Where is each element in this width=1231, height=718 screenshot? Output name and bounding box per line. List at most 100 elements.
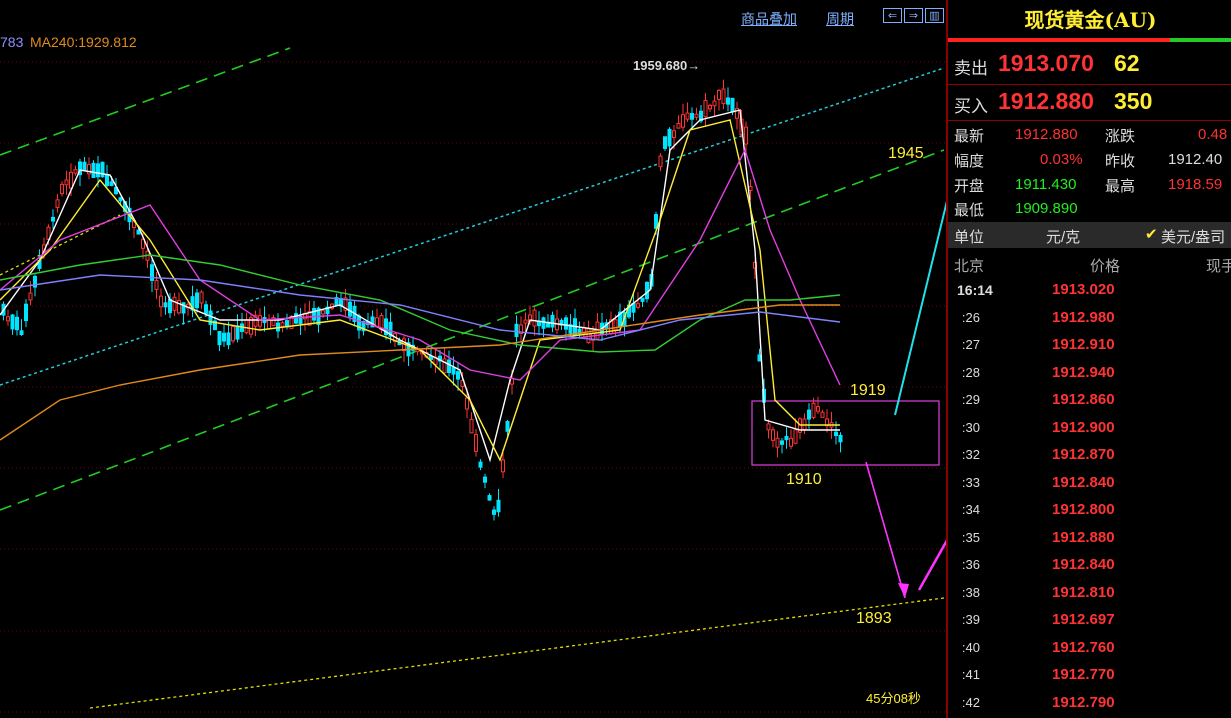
ma-yellow-line bbox=[0, 119, 840, 462]
candle-body bbox=[834, 431, 838, 437]
tick-time: :36 bbox=[961, 557, 980, 572]
candle-body bbox=[784, 435, 789, 441]
candle-body bbox=[24, 303, 28, 322]
tick-price: 1912.840 bbox=[1052, 556, 1115, 573]
forecast-down-arrow bbox=[865, 461, 906, 599]
candle-body bbox=[820, 411, 825, 418]
level-1893-label: 1893 bbox=[856, 610, 892, 627]
tick-price: 1912.900 bbox=[1052, 418, 1115, 436]
low-label: 最低 bbox=[954, 202, 985, 219]
tick-price: 1912.980 bbox=[1052, 308, 1115, 326]
high-label: 最高 bbox=[1105, 178, 1136, 195]
candle-body bbox=[640, 297, 645, 302]
tick-price: 1912.790 bbox=[1052, 693, 1115, 711]
candle-body bbox=[708, 104, 712, 110]
tick-price: 1912.940 bbox=[1052, 363, 1115, 381]
candle-body bbox=[771, 429, 775, 441]
arrow-right-icon[interactable]: ⇒ bbox=[904, 8, 923, 23]
candle-body bbox=[226, 332, 231, 346]
candle-body bbox=[456, 371, 460, 380]
unit-cny-option[interactable]: 元/克 bbox=[1046, 226, 1080, 247]
candle-body bbox=[478, 461, 483, 468]
candle-body bbox=[465, 397, 469, 410]
buy-volume: 350 bbox=[1114, 88, 1153, 114]
candle-body bbox=[451, 367, 456, 375]
sentiment-bar-red bbox=[948, 38, 1170, 42]
candle-body bbox=[321, 310, 325, 315]
candle-body bbox=[726, 97, 730, 105]
candle-body bbox=[10, 314, 15, 330]
candle-body bbox=[231, 326, 235, 342]
tick-time: :39 bbox=[961, 612, 980, 627]
candle-body bbox=[807, 409, 811, 420]
tick-row: :36 1912.840 bbox=[948, 553, 1231, 580]
candle-body bbox=[523, 319, 528, 324]
instrument-title: 现货黄金(AU) bbox=[1024, 8, 1157, 32]
unit-selector-row: 单位 元/克 ✔ 美元/盎司 bbox=[948, 222, 1231, 248]
checkmark-icon: ✔ bbox=[1145, 226, 1158, 243]
candle-body bbox=[6, 316, 10, 322]
candle-body bbox=[19, 330, 24, 335]
candlestick-chart[interactable] bbox=[0, 0, 946, 718]
candle-body bbox=[82, 161, 87, 171]
tick-price: 1912.870 bbox=[1052, 446, 1115, 463]
candle-body bbox=[532, 309, 537, 327]
candle-body bbox=[217, 331, 222, 346]
tick-row: :29 1912.860 bbox=[948, 388, 1231, 415]
ticks-header-price: 价格 bbox=[1090, 258, 1121, 275]
tick-row: 16:14 1913.020 bbox=[948, 278, 1231, 305]
unit-usd-option[interactable]: 美元/盎司 bbox=[1161, 226, 1225, 247]
candle-body bbox=[712, 100, 717, 107]
ma-orange-line bbox=[0, 304, 840, 441]
candle-body bbox=[64, 179, 69, 186]
change-label: 涨跌 bbox=[1105, 128, 1136, 145]
tick-price: 1912.760 bbox=[1052, 638, 1115, 656]
tick-row: :42 1912.790 bbox=[948, 691, 1231, 718]
candle-body bbox=[703, 99, 708, 118]
period-link[interactable]: 周期 bbox=[826, 9, 854, 29]
low-value: 1909.890 bbox=[1015, 200, 1078, 217]
candle-body bbox=[483, 476, 487, 483]
level-1945-label: 1945 bbox=[888, 145, 924, 162]
consolidation-box bbox=[751, 400, 940, 466]
candle-body bbox=[663, 136, 667, 149]
candle-body bbox=[748, 185, 753, 191]
range-value: 0.03% bbox=[1040, 151, 1083, 168]
tick-row: :34 1912.800 bbox=[948, 498, 1231, 525]
candle-body bbox=[177, 300, 181, 314]
window-icon[interactable]: ▥ bbox=[925, 8, 944, 23]
candle-body bbox=[280, 322, 285, 327]
overlay-commodity-link[interactable]: 商品叠加 bbox=[741, 9, 797, 29]
tick-row: :41 1912.770 bbox=[948, 663, 1231, 690]
tick-row: :28 1912.940 bbox=[948, 361, 1231, 388]
candle-body bbox=[15, 316, 19, 331]
candle-body bbox=[60, 183, 64, 195]
candle-body bbox=[222, 332, 226, 342]
candle-body bbox=[474, 433, 478, 452]
open-value: 1911.430 bbox=[1015, 176, 1077, 193]
tick-price: 1912.810 bbox=[1052, 583, 1115, 601]
candle-body bbox=[492, 509, 496, 515]
sentiment-bar-green bbox=[1170, 38, 1231, 42]
candle-body bbox=[118, 197, 123, 202]
candle-body bbox=[496, 499, 501, 513]
candle-body bbox=[645, 281, 649, 300]
candle-body bbox=[690, 112, 694, 120]
tick-time: :29 bbox=[961, 392, 980, 407]
arrow-left-icon[interactable]: ⇐ bbox=[883, 8, 902, 23]
tick-price: 1913.020 bbox=[1052, 281, 1115, 298]
candles bbox=[1, 79, 843, 521]
forecast-up-arrow bbox=[917, 539, 946, 591]
tick-time: :32 bbox=[961, 447, 980, 462]
candle-body bbox=[172, 296, 177, 311]
buy-row[interactable]: 买入 1912.880 350 bbox=[948, 86, 1231, 120]
sell-row[interactable]: 卖出 1913.070 62 bbox=[948, 48, 1231, 84]
ma-green-line bbox=[0, 254, 841, 353]
tick-price: 1912.770 bbox=[1052, 666, 1115, 683]
tick-row: :35 1912.880 bbox=[948, 526, 1231, 553]
candle-body bbox=[676, 122, 681, 129]
prev-close-label: 昨收 bbox=[1105, 153, 1136, 170]
candle-body bbox=[469, 418, 474, 434]
candle-body bbox=[789, 437, 793, 447]
candlestick-chart-area[interactable]: 783 MA240:1929.812 商品叠加 周期 ⇐ ⇒ ▥ 1959.68… bbox=[0, 0, 946, 718]
